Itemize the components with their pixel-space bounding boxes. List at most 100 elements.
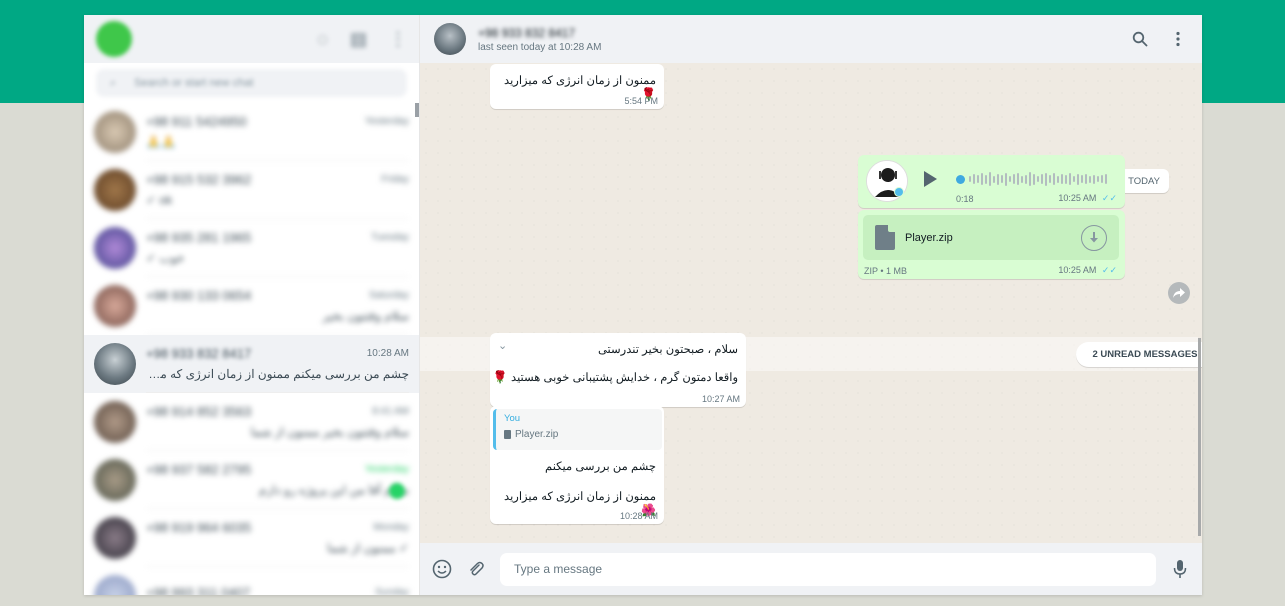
last-seen-status: last seen today at 10:28 AM xyxy=(478,41,602,53)
contact-avatar[interactable] xyxy=(434,23,466,55)
chat-sidebar: ◌ ▤ ⋮ ⌕ Search or start new chat +98 911… xyxy=(84,15,420,595)
contact-name: +98 915 532 3962 xyxy=(146,172,252,187)
menu-icon[interactable] xyxy=(1168,29,1188,49)
file-meta: ZIP • 1 MB xyxy=(864,266,907,276)
message-text: واقعا دمتون گرم ، خدایش پشتیبانی خوبی هس… xyxy=(511,372,738,384)
conversation-panel: +98 933 832 8417 last seen today at 10:2… xyxy=(420,15,1202,595)
message-time: 5:54 PM xyxy=(624,96,658,106)
read-receipt-icon: ✓✓ xyxy=(1101,265,1117,275)
chat-item[interactable]: +98 919 964 6035 Monday ✓ ممنون از شما xyxy=(84,509,419,567)
contact-avatar xyxy=(94,575,136,595)
my-avatar[interactable] xyxy=(96,21,132,57)
chat-preview: ✓ خوب xyxy=(146,251,185,265)
chat-item[interactable]: +98 937 582 2795 Yesterday سلام آقا من ای… xyxy=(84,451,419,509)
document-icon xyxy=(504,430,511,439)
document-icon xyxy=(875,225,895,250)
date-divider: TODAY xyxy=(1119,169,1169,193)
contact-name: +98 935 281 1965 xyxy=(146,230,252,245)
playback-scrubber[interactable] xyxy=(956,174,965,184)
emoji-icon[interactable] xyxy=(432,559,452,579)
message-time: 10:28 AM xyxy=(619,511,658,521)
contact-name: +98 993 311 0407 xyxy=(146,585,251,595)
contact-name: +98 933 832 8417 xyxy=(478,25,576,40)
message-input[interactable] xyxy=(500,552,1156,586)
contact-name: +98 937 582 2795 xyxy=(146,462,252,477)
chat-header: +98 933 832 8417 last seen today at 10:2… xyxy=(420,15,1202,63)
chat-item[interactable]: +98 914 852 3563 8:41 AM سلام وقتتون بخیر… xyxy=(84,393,419,451)
chat-preview: چشم من بررسی میکنم ممنون از زمان انرژی ک… xyxy=(146,367,409,381)
sidebar-scrollbar[interactable] xyxy=(415,103,419,117)
chat-preview: سلام آقا من این پروژه رو دارم xyxy=(258,483,409,497)
message-text: ممنون از زمان انرژی که میزارید xyxy=(504,75,656,87)
search-icon: ⌕ xyxy=(110,76,117,89)
message-bubble-incoming[interactable]: ممنون از زمان انرژی که میزارید 🌹 5:54 PM xyxy=(490,64,664,109)
chat-list: +98 911 5424950 Yesterday 🙏🙏 +98 915 532 … xyxy=(84,103,419,595)
contact-name: +98 930 133 0654 xyxy=(146,288,252,303)
chat-preview: سلام وقتتون بخیر xyxy=(322,309,409,323)
file-card[interactable]: Player.zip xyxy=(863,215,1119,260)
search-placeholder: Search or start new chat xyxy=(134,77,254,89)
contact-avatar xyxy=(94,227,136,269)
chat-time: Saturday xyxy=(368,290,409,301)
contact-avatar xyxy=(94,517,136,559)
file-message-bubble[interactable]: Player.zip ZIP • 1 MB 10:25 AM ✓✓ xyxy=(858,210,1125,279)
conversation-scrollbar[interactable] xyxy=(1198,338,1201,536)
chat-time: Friday xyxy=(381,174,409,185)
new-chat-icon[interactable]: ▤ xyxy=(350,29,367,50)
search-box[interactable]: ⌕ Search or start new chat xyxy=(96,69,407,97)
message-bubble-incoming[interactable]: ⌄ سلام ، صبحتون بخیر تندرستی واقعا دمتون… xyxy=(490,333,746,407)
chat-item[interactable]: +98 935 281 1965 Tuesday ✓ خوب xyxy=(84,219,419,277)
file-name: Player.zip xyxy=(905,231,953,244)
sidebar-header: ◌ ▤ ⋮ xyxy=(84,15,419,63)
chat-item[interactable]: +98 930 133 0654 Saturday سلام وقتتون بخی… xyxy=(84,277,419,335)
message-text: سلام ، صبحتون بخیر تندرستی xyxy=(597,344,738,356)
chat-preview: ✓ ok xyxy=(146,193,173,207)
contact-avatar xyxy=(94,401,136,443)
composer xyxy=(420,543,1202,595)
quoted-message[interactable]: You Player.zip xyxy=(493,409,662,450)
voice-duration: 0:18 xyxy=(956,194,974,204)
chat-time: 10:28 AM xyxy=(366,348,409,359)
attach-icon[interactable] xyxy=(466,559,486,579)
menu-icon[interactable]: ⋮ xyxy=(389,29,407,50)
chat-preview: ✓ ممنون از شما xyxy=(327,541,409,555)
read-receipt-icon: ✓✓ xyxy=(1101,193,1117,203)
whatsapp-window: ◌ ▤ ⋮ ⌕ Search or start new chat +98 911… xyxy=(84,15,1202,595)
voice-message-bubble[interactable]: 0:18 10:25 AM ✓✓ xyxy=(858,155,1125,208)
status-icon[interactable]: ◌ xyxy=(317,29,328,50)
contact-name: +98 914 852 3563 xyxy=(146,404,252,419)
contact-name: +98 911 5424950 xyxy=(146,114,247,129)
chat-time: Yesterday xyxy=(364,464,409,475)
contact-name: +98 933 832 8417 xyxy=(146,346,252,361)
contact-avatar xyxy=(94,169,136,211)
header-actions xyxy=(1130,29,1188,49)
rose-emoji: 🌹 xyxy=(492,370,508,384)
message-menu-chevron-icon[interactable]: ⌄ xyxy=(498,339,507,352)
mic-icon[interactable] xyxy=(1170,559,1190,579)
download-icon[interactable] xyxy=(1081,224,1107,251)
reply-message-bubble[interactable]: You Player.zip چشم من بررسی میکنم ممنون … xyxy=(490,406,664,524)
chat-time: Tuesday xyxy=(371,232,409,243)
mic-badge-icon xyxy=(894,187,904,197)
contact-name: +98 919 964 6035 xyxy=(146,520,252,535)
message-time: 10:25 AM xyxy=(1058,265,1097,275)
chat-time: Yesterday xyxy=(364,116,409,127)
sidebar-actions: ◌ ▤ ⋮ xyxy=(317,29,407,50)
chat-item[interactable]: +98 911 5424950 Yesterday 🙏🙏 xyxy=(84,103,419,161)
message-time: 10:27 AM xyxy=(701,394,740,404)
chat-time: Monday xyxy=(373,522,409,533)
chat-item[interactable]: +98 993 311 0407 Sunday xyxy=(84,567,419,595)
forward-icon[interactable] xyxy=(1168,282,1190,304)
message-time: 10:25 AM xyxy=(1058,193,1097,203)
unread-badge xyxy=(389,483,405,499)
play-icon[interactable] xyxy=(924,171,937,187)
search-icon[interactable] xyxy=(1130,29,1150,49)
voice-waveform[interactable] xyxy=(956,170,1108,188)
chat-item-active[interactable]: +98 933 832 8417 10:28 AM چشم من بررسی می… xyxy=(84,335,419,393)
contact-avatar xyxy=(94,111,136,153)
message-text: ممنون از زمان انرژی که میزارید xyxy=(504,491,656,503)
chat-preview: 🙏🙏 xyxy=(146,135,176,149)
quoted-file-name: Player.zip xyxy=(515,429,559,440)
chat-item[interactable]: +98 915 532 3962 Friday ✓ ok xyxy=(84,161,419,219)
contact-info[interactable]: +98 933 832 8417 last seen today at 10:2… xyxy=(478,26,1118,53)
